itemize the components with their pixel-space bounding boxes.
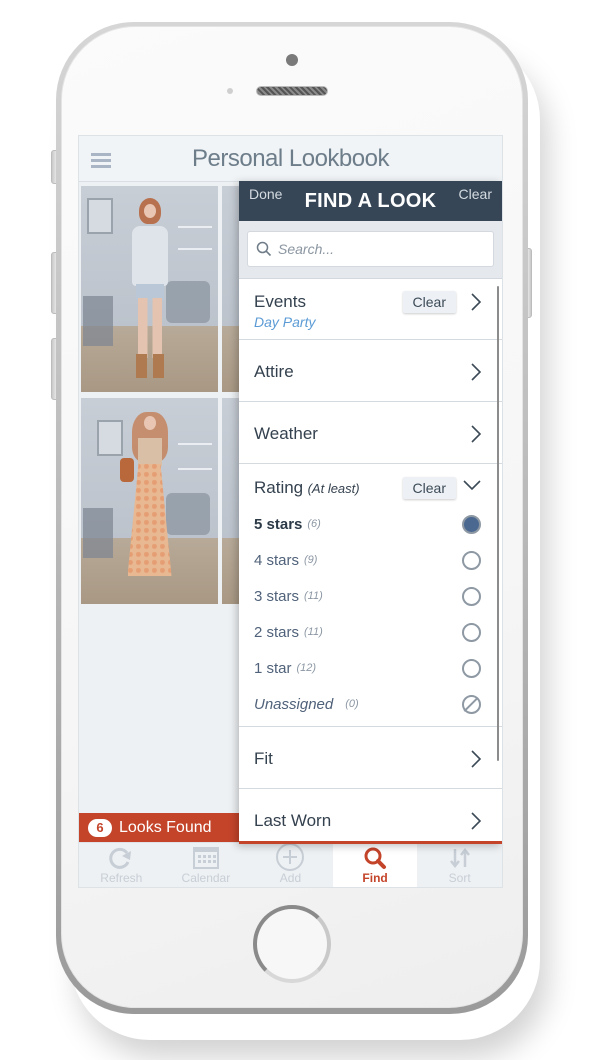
weather-label: Weather [254, 424, 318, 443]
looks-found-label: Looks Found [119, 818, 212, 836]
rating-option-4[interactable]: 4 stars (9) [254, 542, 502, 578]
rating-option-3[interactable]: 3 stars (11) [254, 578, 502, 614]
fit-label: Fit [254, 749, 273, 768]
tab-refresh[interactable]: Refresh [79, 843, 164, 887]
panel-scrollbar[interactable] [497, 286, 499, 761]
chevron-right-icon [471, 425, 482, 443]
app-header: Personal Lookbook [79, 136, 502, 182]
proximity-sensor [227, 88, 233, 94]
tab-calendar[interactable]: Calendar [164, 843, 249, 887]
search-bar [239, 221, 502, 279]
rating-clear-button[interactable]: Clear [402, 477, 456, 499]
chevron-right-icon [471, 293, 482, 311]
rating-option-unassigned[interactable]: Unassigned (0) [254, 686, 502, 722]
tab-add[interactable]: Add [248, 843, 333, 887]
tab-bar: Refresh Calendar Add Find Sort [79, 842, 502, 887]
rating-option-1[interactable]: 1 star (12) [254, 650, 502, 686]
refresh-icon [108, 845, 134, 871]
radio-unselected[interactable] [462, 550, 481, 570]
chevron-right-icon [471, 750, 482, 768]
add-circle-icon [275, 843, 305, 871]
looks-found-banner: 6 Looks Found [79, 813, 259, 842]
rating-label: Rating [254, 478, 304, 497]
disabled-radio-icon [462, 694, 481, 714]
front-camera-icon [286, 54, 298, 66]
search-input[interactable] [278, 241, 478, 257]
rating-option-5[interactable]: 5 stars (6) [254, 506, 502, 542]
look-thumbnail[interactable] [81, 186, 218, 392]
sort-arrows-icon [448, 845, 472, 871]
radio-unselected[interactable] [462, 658, 481, 678]
radio-unselected[interactable] [462, 622, 481, 642]
chevron-down-icon[interactable] [462, 479, 482, 491]
rating-option-2[interactable]: 2 stars (11) [254, 614, 502, 650]
tab-sort[interactable]: Sort [417, 843, 502, 887]
panel-header: Done FIND A LOOK Clear [239, 181, 502, 221]
attire-label: Attire [254, 362, 294, 381]
tab-find[interactable]: Find [332, 843, 418, 887]
home-button[interactable] [253, 905, 331, 983]
radio-unselected[interactable] [462, 586, 481, 606]
filter-attire[interactable]: Attire [239, 340, 502, 402]
clear-all-button[interactable]: Clear [459, 186, 492, 202]
filter-weather[interactable]: Weather [239, 402, 502, 464]
filter-rating: Rating (At least) Clear 5 stars (6) 4 st… [239, 464, 502, 727]
chevron-right-icon [471, 812, 482, 830]
look-thumbnail[interactable] [81, 398, 218, 604]
rating-note: (At least) [307, 481, 360, 496]
search-icon [363, 845, 387, 871]
calendar-icon [192, 845, 219, 871]
last-worn-label: Last Worn [254, 811, 332, 830]
filter-last-worn[interactable]: Last Worn [239, 789, 502, 841]
app-screen: Personal Lookbook 6 Looks Found Refresh … [78, 135, 503, 888]
radio-selected[interactable] [462, 514, 481, 534]
events-label: Events [254, 292, 306, 311]
looks-count-badge: 6 [88, 818, 112, 837]
events-clear-button[interactable]: Clear [402, 291, 456, 313]
rating-options: 5 stars (6) 4 stars (9) 3 stars (11) 2 s… [254, 506, 502, 722]
search-icon [256, 241, 272, 257]
filter-fit[interactable]: Fit [239, 727, 502, 789]
earpiece-speaker [256, 86, 328, 96]
search-box [247, 231, 494, 267]
chevron-right-icon [471, 363, 482, 381]
app-title: Personal Lookbook [192, 145, 389, 172]
filter-events[interactable]: Events Day Party Clear [239, 279, 502, 340]
find-a-look-panel: Done FIND A LOOK Clear Events Day Party … [239, 181, 502, 844]
events-selected-value: Day Party [254, 314, 316, 330]
